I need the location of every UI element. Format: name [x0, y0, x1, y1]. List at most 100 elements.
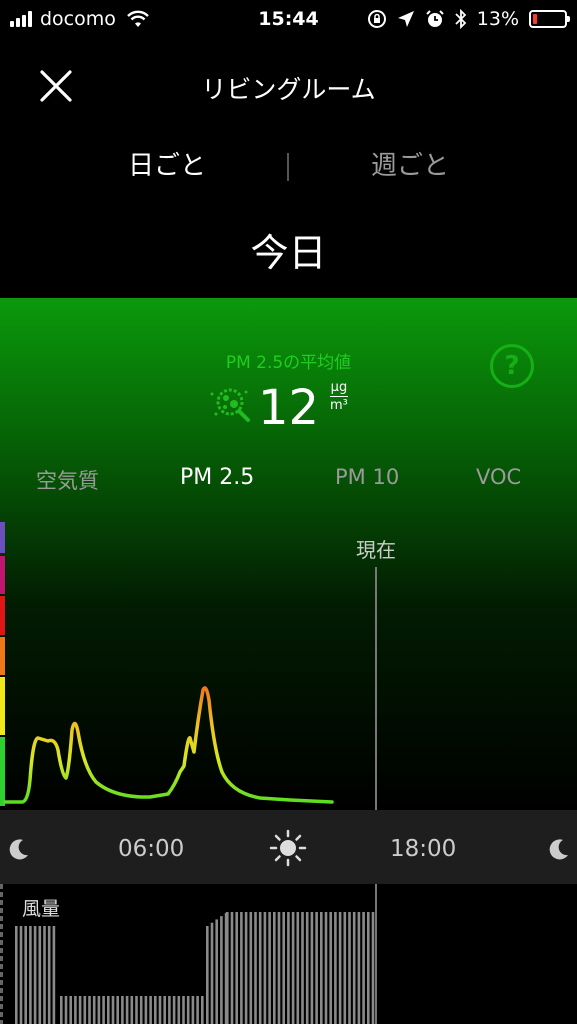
fan-bar: [220, 916, 223, 1024]
fan-bar: [268, 912, 271, 1024]
fan-bar: [97, 996, 101, 1024]
fan-bar: [315, 912, 318, 1024]
fan-bar: [182, 996, 185, 1024]
date-label: 今日: [250, 231, 327, 275]
fan-bar: [130, 996, 134, 1024]
fan-bar: [177, 996, 181, 1024]
fan-bar: [235, 912, 238, 1024]
fan-bar: [329, 912, 332, 1024]
fan-bar: [107, 996, 110, 1024]
fan-bar: [168, 996, 171, 1024]
unit-fraction-bar: [330, 396, 348, 397]
fan-bar: [116, 996, 119, 1024]
rotation-lock-icon: [367, 10, 386, 28]
fan-bar: [52, 926, 56, 1024]
fan-bar: [135, 996, 138, 1024]
fan-bar: [338, 912, 342, 1024]
now-label: 現在: [356, 538, 396, 562]
battery-percent: 13%: [476, 8, 519, 30]
fan-bar: [191, 996, 195, 1024]
fan-bar: [226, 912, 229, 1024]
unit-label: μg m³: [330, 381, 348, 412]
fan-bar: [301, 912, 304, 1024]
fan-bar: [240, 912, 243, 1024]
fan-bar: [92, 996, 96, 1024]
tab-pm25[interactable]: PM 2.5: [180, 465, 254, 490]
average-value: 12: [0, 380, 577, 436]
range-tabs: 日ごと 週ごと: [0, 145, 577, 185]
fan-bar: [74, 996, 77, 1024]
fan-bar: [371, 912, 375, 1024]
fan-bar: [362, 912, 365, 1024]
fan-bar: [320, 912, 323, 1024]
help-button[interactable]: ?: [490, 344, 534, 388]
bluetooth-icon: [455, 9, 467, 29]
metric-tabs: 空気質 PM 2.5 PM 10 VOC: [0, 465, 577, 495]
fan-bar: [102, 996, 105, 1024]
fan-bar: [287, 912, 290, 1024]
average-number: 12: [257, 380, 320, 436]
fan-bar: [24, 926, 27, 1024]
fan-bar: [144, 996, 148, 1024]
location-icon: [397, 11, 414, 27]
fan-bar: [357, 912, 361, 1024]
fan-bar: [111, 996, 115, 1024]
fan-bar: [277, 912, 281, 1024]
fan-bar: [149, 996, 152, 1024]
fan-bar: [29, 926, 32, 1024]
time-axis: 06:00 18:00: [0, 810, 577, 884]
fan-speed-chart: [0, 884, 375, 1024]
tab-pm10[interactable]: PM 10: [335, 465, 399, 489]
fan-bar: [15, 926, 18, 1024]
status-bar: docomo 15:44 13%: [0, 0, 577, 40]
fan-bar: [305, 912, 309, 1024]
fan-bar: [78, 996, 82, 1024]
unit-bottom: m³: [330, 398, 348, 413]
fan-bar: [210, 922, 214, 1024]
fan-bar: [230, 912, 234, 1024]
time-label-1800: 18:00: [390, 836, 457, 862]
fan-bar: [201, 996, 204, 1024]
fan-bar: [121, 996, 124, 1024]
fan-bar: [282, 912, 285, 1024]
fan-bar: [244, 912, 248, 1024]
fan-bar: [310, 912, 314, 1024]
fan-bar: [343, 912, 347, 1024]
fan-bar: [348, 912, 351, 1024]
fan-bar: [215, 919, 218, 1024]
fan-bar: [69, 996, 72, 1024]
unit-top: μg: [330, 380, 348, 395]
tab-daily[interactable]: 日ごと: [37, 145, 297, 182]
fan-bar: [273, 912, 276, 1024]
fan-bar: [324, 912, 328, 1024]
fan-bar: [263, 912, 267, 1024]
fan-bar: [83, 996, 87, 1024]
fan-bar: [38, 926, 42, 1024]
status-right: 13%: [367, 8, 570, 30]
fan-bar: [334, 912, 337, 1024]
battery-icon: [529, 10, 570, 28]
fan-bar: [206, 926, 209, 1024]
fan-bar: [139, 996, 143, 1024]
moon-icon-left: [9, 839, 28, 860]
fan-bar: [154, 996, 157, 1024]
pm25-series-line: [3, 686, 334, 804]
fan-bar: [258, 912, 262, 1024]
fan-bar: [43, 926, 46, 1024]
page-title: リビングルーム: [201, 75, 376, 104]
fan-bar: [352, 912, 356, 1024]
fan-bar: [172, 996, 176, 1024]
fan-bar: [186, 996, 190, 1024]
fan-bar: [254, 912, 257, 1024]
fan-bar: [88, 996, 91, 1024]
fan-bar: [163, 996, 166, 1024]
fan-bar: [291, 912, 295, 1024]
fan-bar: [125, 996, 129, 1024]
fan-bar: [249, 912, 253, 1024]
tab-voc[interactable]: VOC: [476, 465, 521, 489]
fan-bar: [367, 912, 370, 1024]
fan-bar: [19, 926, 23, 1024]
tab-weekly[interactable]: 週ごと: [280, 145, 540, 182]
tab-air-quality[interactable]: 空気質: [36, 465, 99, 495]
time-label-0600: 06:00: [118, 836, 185, 862]
